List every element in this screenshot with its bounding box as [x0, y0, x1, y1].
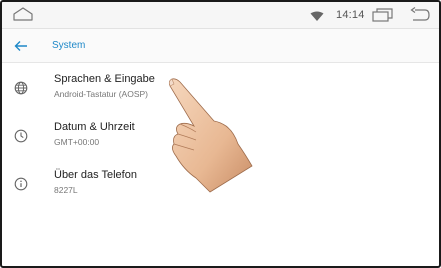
- info-icon: [14, 177, 28, 191]
- clock-icon: [14, 129, 28, 143]
- status-bar: 14:14: [2, 2, 439, 29]
- setting-subtitle: GMT+00:00: [54, 137, 100, 147]
- globe-icon: [14, 81, 28, 95]
- back-arrow-icon[interactable]: [14, 39, 28, 57]
- setting-subtitle: 8227L: [54, 185, 78, 195]
- setting-title: Über das Telefon: [54, 169, 137, 181]
- recent-apps-icon[interactable]: [372, 8, 394, 27]
- pointing-hand-image: [150, 74, 260, 199]
- nav-back-icon[interactable]: [409, 7, 431, 28]
- setting-subtitle: Android-Tastatur (AOSP): [54, 89, 149, 99]
- wifi-icon: [310, 9, 324, 27]
- page-title: System: [52, 40, 86, 51]
- status-time: 14:14: [336, 9, 365, 21]
- home-icon[interactable]: [12, 6, 34, 27]
- setting-title: Datum & Uhrzeit: [54, 121, 135, 133]
- setting-title: Sprachen & Eingabe: [54, 73, 155, 85]
- device-screen: 14:14 System Sprachen & Eingabe Android-…: [0, 0, 441, 268]
- app-toolbar: System: [2, 29, 439, 63]
